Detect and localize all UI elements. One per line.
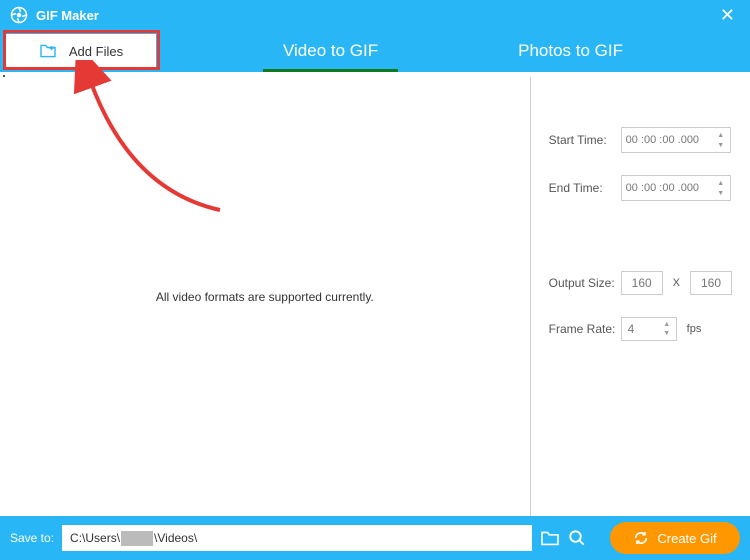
add-files-button[interactable]: Add Files [6,34,156,68]
end-time-down[interactable]: ▼ [714,188,728,198]
save-path-input[interactable]: C:\Users\\Videos\ [62,525,532,551]
add-files-label: Add Files [69,44,123,59]
output-height-input[interactable]: 160 [690,271,732,295]
output-size-label: Output Size: [549,276,621,290]
start-time-down[interactable]: ▼ [714,140,728,150]
search-icon[interactable] [568,529,586,547]
start-time-up[interactable]: ▲ [714,130,728,140]
tab-video-to-gif[interactable]: Video to GIF [283,30,378,72]
output-size-row: Output Size: 160 X 160 [549,271,732,295]
app-title: GIF Maker [36,8,715,23]
fps-up[interactable]: ▲ [660,320,674,329]
end-time-up[interactable]: ▲ [714,178,728,188]
output-width-input[interactable]: 160 [621,271,663,295]
start-time-row: Start Time: 00 :00 :00 .000 ▲ ▼ [549,127,732,153]
create-gif-button[interactable]: Create Gif [610,522,740,554]
start-time-label: Start Time: [549,133,621,147]
bottombar: Save to: C:\Users\\Videos\ Create Gif [0,516,750,560]
preview-placeholder: All video formats are supported currentl… [156,290,374,304]
app-icon [10,6,28,24]
preview-area: All video formats are supported currentl… [0,77,531,517]
tabs: Video to GIF Photos to GIF [156,30,750,72]
browse-folder-icon[interactable] [540,530,560,546]
path-redacted [121,531,153,546]
frame-rate-row: Frame Rate: 4 ▲ ▼ fps [549,317,732,341]
refresh-icon [633,530,649,546]
content-area: All video formats are supported currentl… [0,77,750,517]
settings-panel: Start Time: 00 :00 :00 .000 ▲ ▼ End Time… [531,77,750,517]
frame-rate-label: Frame Rate: [549,322,621,336]
start-time-input[interactable]: 00 :00 :00 .000 ▲ ▼ [621,127,731,153]
titlebar: GIF Maker ✕ [0,0,750,30]
end-time-row: End Time: 00 :00 :00 .000 ▲ ▼ [549,175,732,201]
frame-rate-input[interactable]: 4 ▲ ▼ [621,317,677,341]
end-time-input[interactable]: 00 :00 :00 .000 ▲ ▼ [621,175,731,201]
end-time-label: End Time: [549,181,621,195]
close-button[interactable]: ✕ [715,5,740,26]
size-separator: X [673,277,680,289]
fps-down[interactable]: ▼ [660,329,674,338]
create-gif-label: Create Gif [657,531,716,546]
fps-unit: fps [687,323,702,335]
save-to-label: Save to: [10,531,54,545]
add-files-icon [39,44,57,58]
tab-photos-to-gif[interactable]: Photos to GIF [518,30,623,72]
toolbar: Add Files Video to GIF Photos to GIF [0,30,750,72]
